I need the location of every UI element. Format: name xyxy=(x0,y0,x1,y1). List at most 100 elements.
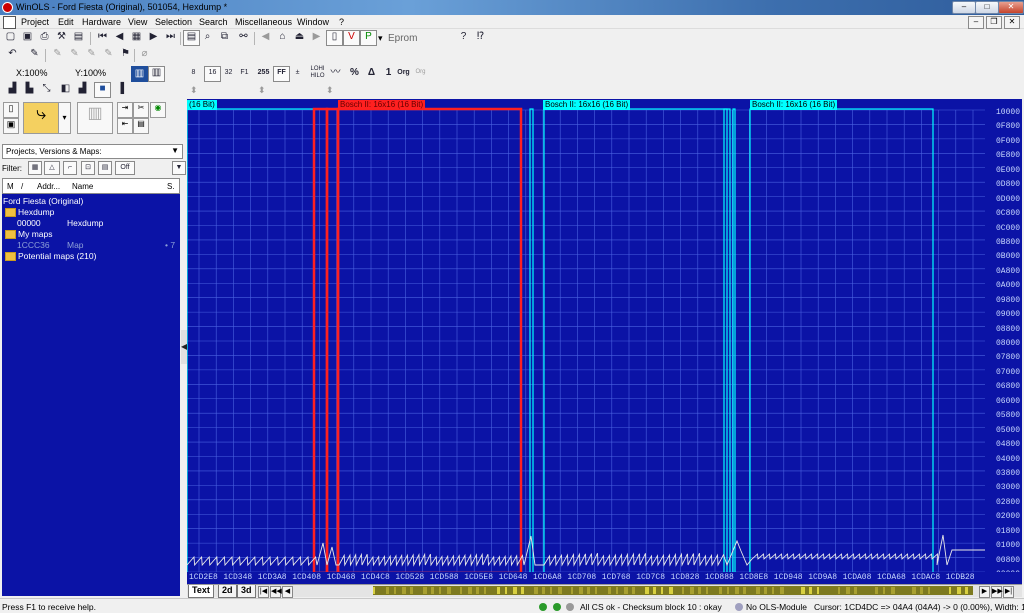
pencil-icon[interactable]: ✎ xyxy=(27,47,42,61)
org-org-button[interactable]: Org xyxy=(413,66,428,80)
filter-e-icon[interactable]: ▤ xyxy=(98,161,112,175)
byte-order-button[interactable]: LOHI HILO xyxy=(310,66,325,80)
close-button[interactable]: ✕ xyxy=(998,1,1024,14)
tools-red-icon[interactable]: ✂ xyxy=(133,102,149,118)
filter-b-icon[interactable]: △ xyxy=(44,161,60,175)
find-icon[interactable]: ⌕ xyxy=(200,30,215,44)
scroll-prev-icon[interactable]: ◀ xyxy=(282,586,293,598)
menu-selection[interactable]: Selection xyxy=(155,17,192,27)
tree-item-hexdump-name[interactable]: Hexdump xyxy=(67,218,103,228)
tab-3d[interactable]: 3d xyxy=(237,585,256,598)
tool-f-icon[interactable]: ⌀ xyxy=(137,47,152,61)
format-f1-button[interactable]: F1 xyxy=(237,66,252,80)
new-project-icon[interactable]: ▯ xyxy=(3,102,19,118)
one-button[interactable]: 1 xyxy=(381,66,396,80)
copy-icon[interactable]: ⧉ xyxy=(217,30,232,44)
menu-hardware[interactable]: Hardware xyxy=(82,17,121,27)
zoom-y-value[interactable]: Y:100% xyxy=(75,68,106,78)
import-icon[interactable]: ⇥ xyxy=(117,102,133,118)
column-m[interactable]: M xyxy=(7,182,14,191)
context-help-icon[interactable]: ⁉ xyxy=(473,30,488,44)
menu-search[interactable]: Search xyxy=(199,17,228,27)
menu-edit[interactable]: Edit xyxy=(58,17,74,27)
mdi-restore-button[interactable]: ❐ xyxy=(986,16,1002,29)
first-icon[interactable]: ⏮ xyxy=(95,30,110,44)
tree-item-map[interactable]: 1CCC36 xyxy=(17,240,50,250)
delta-button[interactable]: Δ xyxy=(364,66,379,80)
format-255-button[interactable]: 255 xyxy=(256,66,271,80)
save-icon[interactable]: ▣ xyxy=(3,118,19,134)
format-32-button[interactable]: 32 xyxy=(221,66,236,80)
map-tag-2[interactable]: Bosch II: 16x16 (16 Bit) xyxy=(543,100,631,110)
new-icon[interactable]: ▢ xyxy=(3,30,18,44)
prev-icon[interactable]: ◀ xyxy=(112,30,127,44)
menu-help[interactable]: ? xyxy=(339,17,344,27)
home-icon[interactable]: ⌂ xyxy=(275,30,290,44)
tools-icon[interactable]: ⚒ xyxy=(54,30,69,44)
scroll-prev-page-icon[interactable]: ◀◀ xyxy=(270,586,282,598)
tree-folder-my-maps[interactable]: My maps xyxy=(5,229,52,240)
format-sign-icon[interactable]: ± xyxy=(290,66,305,80)
mdi-minimize-button[interactable]: – xyxy=(968,16,984,29)
link-icon[interactable]: ⚯ xyxy=(236,30,251,44)
eprom-label[interactable]: Eprom xyxy=(388,33,417,44)
select-a-icon[interactable]: ■ xyxy=(94,82,111,98)
menu-miscellaneous[interactable]: Miscellaneous xyxy=(235,17,292,27)
globe-icon[interactable]: ◉ xyxy=(150,102,166,118)
send-icon[interactable]: ▤ xyxy=(133,118,149,134)
tree-folder-hexdump[interactable]: Hexdump xyxy=(5,207,54,218)
minimize-button[interactable]: – xyxy=(952,1,976,14)
spin-c-icon[interactable]: ⬍ xyxy=(326,85,334,96)
tab-text[interactable]: Text xyxy=(188,585,214,598)
next-icon[interactable]: ▶ xyxy=(146,30,161,44)
open-icon[interactable]: ▣ xyxy=(20,30,35,44)
version-icon[interactable]: V xyxy=(343,30,360,46)
undo-icon[interactable]: ↶ xyxy=(5,47,20,61)
tool-c-icon[interactable]: ✎ xyxy=(84,47,99,61)
menu-view[interactable]: View xyxy=(128,17,147,27)
spin-b-icon[interactable]: ⬍ xyxy=(258,85,266,96)
filter-d-icon[interactable]: ⊡ xyxy=(81,161,95,175)
up-icon[interactable]: ⏏ xyxy=(292,30,307,44)
project-icon[interactable]: ▯ xyxy=(326,30,343,46)
map-overview-scrollbar[interactable] xyxy=(373,586,973,595)
percent-button[interactable]: % xyxy=(347,66,362,80)
open-dropdown-arrow-icon[interactable]: ▾ xyxy=(58,102,71,134)
help-icon[interactable]: ? xyxy=(456,30,471,44)
plugin-icon[interactable]: P xyxy=(360,30,377,46)
format-16-button[interactable]: 16 xyxy=(204,66,221,82)
scroll-next-page-icon[interactable]: ▶▶ xyxy=(991,586,1003,598)
menu-project[interactable]: Project xyxy=(21,17,49,27)
column-size[interactable]: S. xyxy=(167,182,175,191)
org-button[interactable]: Org xyxy=(396,66,411,80)
hexdump-graph[interactable] xyxy=(187,99,1022,597)
filter-dropdown-arrow-icon[interactable]: ▼ xyxy=(172,161,186,175)
export-file-icon[interactable]: ⇤ xyxy=(117,118,133,134)
zoom-x-value[interactable]: X:100% xyxy=(16,68,48,78)
wave-icon[interactable]: 〰 xyxy=(328,66,343,80)
tool-a-icon[interactable]: ✎ xyxy=(50,47,65,61)
scroll-first-icon[interactable]: |◀ xyxy=(258,586,269,598)
column-sort[interactable]: / xyxy=(21,182,23,191)
list-view-icon[interactable]: ▤ xyxy=(183,30,200,46)
filter-off-button[interactable]: Off xyxy=(115,161,135,175)
tree-folder-potential-maps[interactable]: Potential maps (210) xyxy=(5,251,96,262)
archive-icon[interactable]: ▥ xyxy=(77,102,113,134)
back-icon[interactable]: ◀ xyxy=(258,30,273,44)
scroll-next-icon[interactable]: ▶ xyxy=(979,586,990,598)
export-icon[interactable]: ▤ xyxy=(71,30,86,44)
tree-project[interactable]: Ford Fiesta (Original) xyxy=(3,196,83,206)
menu-window[interactable]: Window xyxy=(297,17,329,27)
map-tag-selected[interactable]: Bosch II: 16x16 (16 Bit) xyxy=(338,100,426,110)
select-b-icon[interactable]: ▐ xyxy=(113,82,128,96)
tool-b-icon[interactable]: ✎ xyxy=(67,47,82,61)
grid-icon[interactable]: ▦ xyxy=(129,30,144,44)
chart-c-icon[interactable]: ⤡ xyxy=(39,82,54,96)
open-folder-icon[interactable]: ⤷ xyxy=(23,102,59,134)
view-mode-a-icon[interactable]: ▥ xyxy=(131,66,148,82)
tree-item-hexdump[interactable]: 00000 xyxy=(17,218,41,228)
tree-item-map-name[interactable]: Map xyxy=(67,240,84,250)
document-icon[interactable] xyxy=(3,16,16,29)
format-ff-button[interactable]: FF xyxy=(273,66,290,82)
filter-a-icon[interactable]: ▦ xyxy=(28,161,42,175)
